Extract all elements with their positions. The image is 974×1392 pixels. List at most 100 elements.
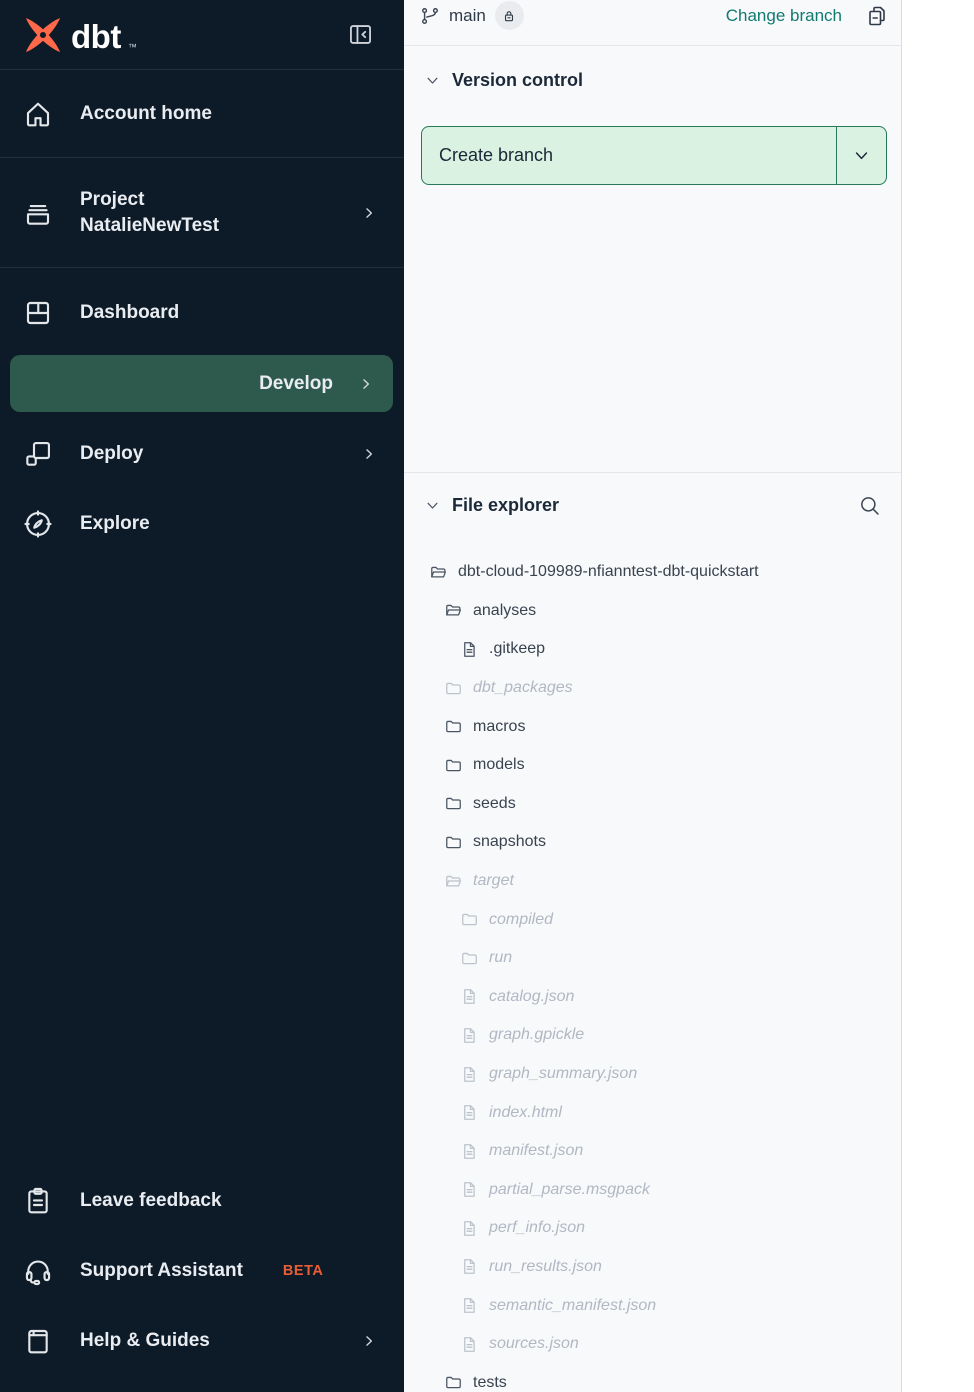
tree-item-file[interactable]: semantic_manifest.json <box>421 1286 887 1325</box>
version-control-header[interactable]: Version control <box>421 66 887 94</box>
tree-item-root-folder[interactable]: dbt-cloud-109989-nfianntest-dbt-quicksta… <box>421 553 887 592</box>
sidebar-item-label: Leave feedback <box>80 1188 222 1214</box>
book-icon <box>22 1325 54 1357</box>
lock-icon <box>501 8 517 24</box>
sidebar-item-leave-feedback[interactable]: Leave feedback <box>0 1166 404 1236</box>
folder-icon <box>444 717 463 736</box>
tree-item-folder[interactable]: compiled <box>421 900 887 939</box>
tree-item-folder[interactable]: models <box>421 746 887 785</box>
search-icon <box>858 494 881 517</box>
side-panel: main Change branch Version co <box>404 0 902 1392</box>
file-tree: dbt-cloud-109989-nfianntest-dbt-quicksta… <box>421 553 887 1392</box>
chevron-right-icon <box>362 206 376 220</box>
tree-item-folder[interactable]: analyses <box>421 592 887 631</box>
tree-item-file[interactable]: graph_summary.json <box>421 1055 887 1094</box>
tree-item-label: graph.gpickle <box>489 1026 584 1044</box>
tree-item-label: target <box>473 872 514 890</box>
file-icon <box>460 1296 479 1315</box>
clipboard-icon <box>22 1185 54 1217</box>
tree-item-file[interactable]: catalog.json <box>421 978 887 1017</box>
tree-item-label: dbt-cloud-109989-nfianntest-dbt-quicksta… <box>458 563 759 581</box>
tree-item-folder[interactable]: run <box>421 939 887 978</box>
collapse-sidebar-button[interactable] <box>347 21 374 48</box>
tree-item-label: run <box>489 949 512 967</box>
sidebar-item-account-home[interactable]: Account home <box>0 70 404 158</box>
tree-item-label: dbt_packages <box>473 679 573 697</box>
tree-item-file[interactable]: partial_parse.msgpack <box>421 1171 887 1210</box>
file-icon <box>460 987 479 1006</box>
tree-item-file[interactable]: perf_info.json <box>421 1209 887 1248</box>
chevron-right-icon <box>362 447 376 461</box>
tree-item-label: compiled <box>489 911 553 929</box>
explore-compass-icon <box>22 508 54 540</box>
chevron-right-icon <box>362 1334 376 1348</box>
tree-item-file[interactable]: sources.json <box>421 1325 887 1364</box>
collapse-sidebar-icon <box>347 21 374 48</box>
folder-icon <box>460 949 479 968</box>
folder-icon <box>444 679 463 698</box>
tree-item-label: macros <box>473 718 525 736</box>
deploy-icon <box>22 438 54 470</box>
copy-icon <box>865 4 889 28</box>
tree-item-file[interactable]: run_results.json <box>421 1248 887 1287</box>
tree-item-folder[interactable]: target <box>421 862 887 901</box>
change-branch-link[interactable]: Change branch <box>726 6 842 26</box>
tree-item-file[interactable]: .gitkeep <box>421 630 887 669</box>
folder-icon <box>444 833 463 852</box>
dbt-logo[interactable]: dbt ™ <box>22 14 137 56</box>
sidebar-item-label: Develop <box>259 371 333 397</box>
tree-item-label: .gitkeep <box>489 640 545 658</box>
sidebar-item-develop[interactable]: Develop <box>10 355 393 412</box>
section-title: Version control <box>452 70 583 91</box>
create-branch-split-button: Create branch <box>421 126 887 185</box>
sidebar-menu: Dashboard Develop <box>0 268 404 559</box>
chevron-down-icon <box>425 498 440 513</box>
tree-item-folder[interactable]: dbt_packages <box>421 669 887 708</box>
tree-item-file[interactable]: manifest.json <box>421 1132 887 1171</box>
beta-badge: BETA <box>283 1263 323 1279</box>
sidebar-item-sublabel: NatalieNewTest <box>80 213 219 239</box>
create-branch-caret-button[interactable] <box>837 127 886 184</box>
file-search-button[interactable] <box>858 494 881 517</box>
git-branch-icon <box>420 6 440 26</box>
sidebar: dbt ™ Account home <box>0 0 404 1392</box>
create-branch-button[interactable]: Create branch <box>422 127 837 184</box>
tree-item-label: tests <box>473 1374 507 1392</box>
file-explorer-header[interactable]: File explorer <box>421 491 887 519</box>
sidebar-item-label: Account home <box>80 101 212 127</box>
sidebar-item-explore[interactable]: Explore <box>0 489 404 559</box>
tree-item-folder[interactable]: macros <box>421 707 887 746</box>
chevron-down-icon <box>425 73 440 88</box>
tree-item-folder[interactable]: tests <box>421 1363 887 1392</box>
tree-item-label: snapshots <box>473 833 546 851</box>
copy-branch-button[interactable] <box>865 4 889 28</box>
tree-item-label: index.html <box>489 1104 562 1122</box>
sidebar-item-label: Support Assistant <box>80 1258 243 1284</box>
tree-item-label: graph_summary.json <box>489 1065 637 1083</box>
project-icon <box>22 197 54 229</box>
sidebar-item-support-assistant[interactable]: Support Assistant BETA <box>0 1236 404 1306</box>
file-icon <box>460 1257 479 1276</box>
sidebar-item-label: Deploy <box>80 441 143 467</box>
tree-item-label: models <box>473 756 525 774</box>
folder-icon <box>460 910 479 929</box>
sidebar-item-help-guides[interactable]: Help & Guides <box>0 1306 404 1376</box>
file-explorer-section: File explorer dbt-cloud-109989-nfianntes… <box>404 473 901 1392</box>
current-branch-name: main <box>449 6 486 26</box>
tree-item-file[interactable]: index.html <box>421 1093 887 1132</box>
folder-icon <box>444 794 463 813</box>
sidebar-item-project[interactable]: Project NatalieNewTest <box>0 158 404 268</box>
folder-open-icon <box>429 563 448 582</box>
tree-item-file[interactable]: graph.gpickle <box>421 1016 887 1055</box>
file-icon <box>460 640 479 659</box>
tree-item-folder[interactable]: snapshots <box>421 823 887 862</box>
sidebar-footer: Leave feedback Support Assistant BETA <box>0 1166 404 1392</box>
tree-item-folder[interactable]: seeds <box>421 785 887 824</box>
chevron-down-icon <box>853 147 870 164</box>
file-icon <box>460 1335 479 1354</box>
folder-open-icon <box>444 601 463 620</box>
sidebar-item-label: Explore <box>80 511 150 537</box>
branch-toolbar: main Change branch <box>404 0 901 46</box>
folder-icon <box>444 756 463 775</box>
tree-item-label: semantic_manifest.json <box>489 1297 656 1315</box>
